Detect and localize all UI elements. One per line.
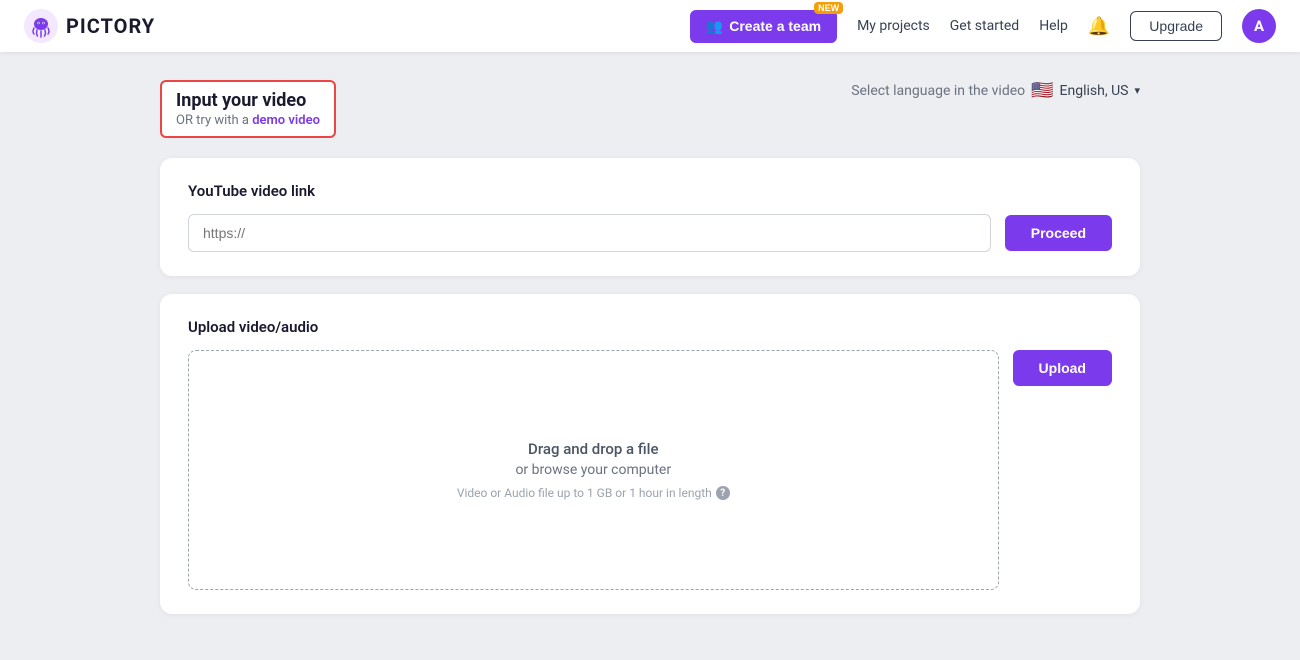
demo-video-link[interactable]: demo video	[252, 113, 320, 128]
page-title: Input your video	[176, 90, 320, 111]
dropzone-line1: Drag and drop a file	[528, 440, 658, 458]
my-projects-link[interactable]: My projects	[857, 18, 930, 34]
team-icon: 👥	[706, 18, 723, 35]
youtube-card-title: YouTube video link	[188, 182, 1112, 200]
upgrade-button[interactable]: Upgrade	[1130, 11, 1222, 41]
lang-value: English, US	[1060, 83, 1129, 99]
youtube-url-input[interactable]	[188, 214, 991, 252]
dropzone-hint-text: Video or Audio file up to 1 GB or 1 hour…	[457, 486, 712, 500]
create-team-label: Create a team	[729, 18, 821, 34]
input-header-box: Input your video OR try with a demo vide…	[160, 80, 336, 138]
youtube-input-row: Proceed	[188, 214, 1112, 252]
chevron-down-icon: ▾	[1134, 84, 1140, 97]
header-row: Input your video OR try with a demo vide…	[160, 80, 1140, 138]
flag-icon: 🇺🇸	[1031, 80, 1053, 101]
upload-button-column: Upload	[1013, 350, 1112, 386]
get-started-link[interactable]: Get started	[950, 18, 1019, 34]
upload-card-title: Upload video/audio	[188, 318, 1112, 336]
lang-label: Select language in the video	[851, 83, 1025, 99]
brand-name: PICTORY	[66, 14, 155, 38]
create-team-button[interactable]: 👥 Create a team NEW	[690, 10, 837, 43]
subtitle-prefix: OR try with a	[176, 113, 249, 128]
dropzone-hint: Video or Audio file up to 1 GB or 1 hour…	[457, 486, 730, 500]
pictory-logo-icon	[24, 9, 58, 43]
dropzone[interactable]: Drag and drop a file or browse your comp…	[188, 350, 999, 590]
upload-card: Upload video/audio Drag and drop a file …	[160, 294, 1140, 614]
new-badge: NEW	[814, 2, 843, 14]
upload-row: Drag and drop a file or browse your comp…	[188, 350, 1112, 590]
main-content: Input your video OR try with a demo vide…	[0, 52, 1300, 660]
help-link[interactable]: Help	[1039, 18, 1068, 34]
proceed-button[interactable]: Proceed	[1005, 215, 1112, 251]
language-selector[interactable]: Select language in the video 🇺🇸 English,…	[851, 80, 1140, 101]
info-icon: ?	[716, 486, 730, 500]
navbar: PICTORY 👥 Create a team NEW My projects …	[0, 0, 1300, 52]
upload-button[interactable]: Upload	[1013, 350, 1112, 386]
bell-icon[interactable]: 🔔	[1088, 16, 1110, 37]
navbar-left: PICTORY	[24, 9, 155, 43]
avatar[interactable]: A	[1242, 9, 1276, 43]
dropzone-line2: or browse your computer	[515, 462, 671, 478]
navbar-right: 👥 Create a team NEW My projects Get star…	[690, 9, 1276, 43]
youtube-card: YouTube video link Proceed	[160, 158, 1140, 276]
demo-subtitle: OR try with a demo video	[176, 113, 320, 128]
